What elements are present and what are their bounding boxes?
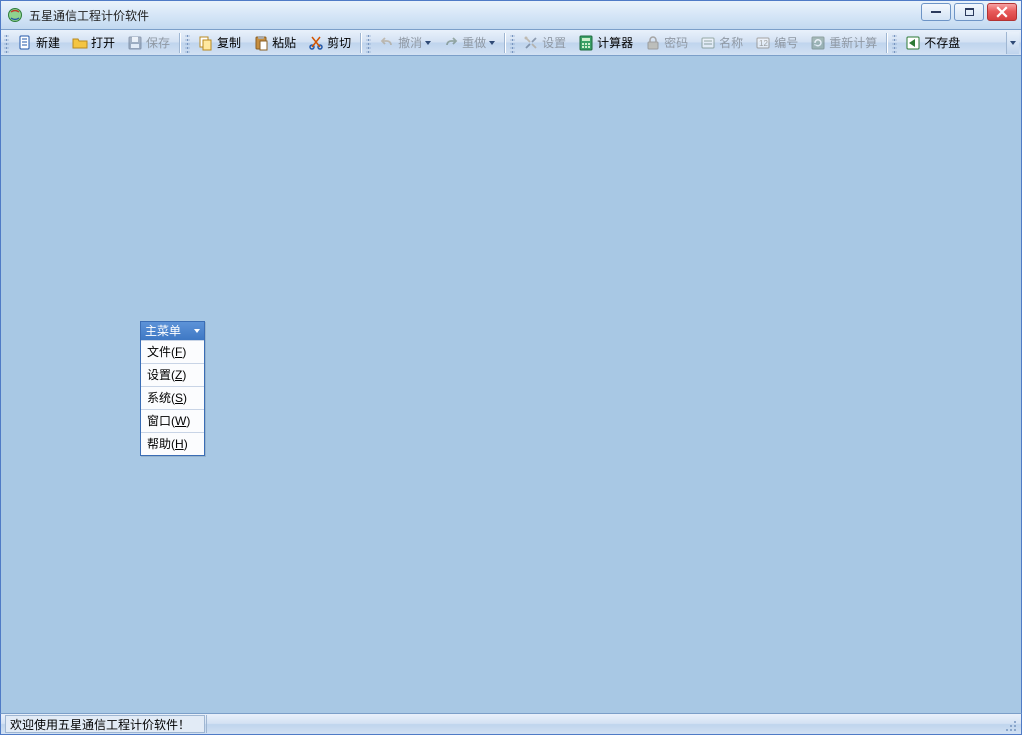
cut-icon (308, 35, 324, 51)
tag-icon (700, 35, 716, 51)
toolbar-grip[interactable] (4, 33, 9, 53)
copy-button[interactable]: 复制 (192, 31, 247, 55)
window-controls (921, 3, 1017, 21)
undo-label: 撤消 (398, 34, 422, 51)
lock-icon (645, 35, 661, 51)
undo-icon (379, 35, 395, 51)
cut-button[interactable]: 剪切 (302, 31, 357, 55)
chevron-down-icon (425, 41, 431, 45)
nosave-icon (905, 35, 921, 51)
status-blank-panel (208, 715, 918, 733)
calculator-button[interactable]: 计算器 (572, 31, 639, 55)
titlebar: 五星通信工程计价软件 (0, 0, 1022, 29)
toolbar-separator (360, 33, 362, 53)
menu-item-file[interactable]: 文件(F) (141, 340, 204, 363)
undo-button[interactable]: 撤消 (373, 31, 437, 55)
copy-label: 复制 (217, 34, 241, 51)
paste-icon (253, 35, 269, 51)
toolbar-separator (504, 33, 506, 53)
main-menu-header[interactable]: 主菜单 (141, 322, 204, 340)
number-button[interactable]: 12 编号 (749, 31, 804, 55)
recalc-button[interactable]: 重新计算 (804, 31, 883, 55)
chevron-down-icon (194, 329, 200, 333)
save-icon (127, 35, 143, 51)
file-new-icon (17, 35, 33, 51)
calculator-label: 计算器 (597, 34, 633, 51)
settings-icon (523, 35, 539, 51)
toolbar-grip[interactable] (510, 33, 515, 53)
save-label: 保存 (146, 34, 170, 51)
calculator-icon (578, 35, 594, 51)
number-icon: 12 (755, 35, 771, 51)
new-label: 新建 (36, 34, 60, 51)
name-label: 名称 (719, 34, 743, 51)
workspace: 主菜单 文件(F) 设置(Z) 系统(S) 窗口(W) 帮助(H) (0, 56, 1022, 713)
minimize-button[interactable] (921, 3, 951, 21)
open-button[interactable]: 打开 (66, 31, 121, 55)
status-separator (206, 715, 207, 733)
menu-item-window[interactable]: 窗口(W) (141, 409, 204, 432)
password-label: 密码 (664, 34, 688, 51)
name-button[interactable]: 名称 (694, 31, 749, 55)
folder-open-icon (72, 35, 88, 51)
password-button[interactable]: 密码 (639, 31, 694, 55)
toolbar-overflow-button[interactable] (1006, 32, 1019, 54)
main-menu-popup: 主菜单 文件(F) 设置(Z) 系统(S) 窗口(W) 帮助(H) (140, 321, 205, 456)
maximize-button[interactable] (954, 3, 984, 21)
menu-item-settings[interactable]: 设置(Z) (141, 363, 204, 386)
paste-label: 粘贴 (272, 34, 296, 51)
status-message: 欢迎使用五星通信工程计价软件！ (5, 715, 205, 733)
resize-grip[interactable] (1001, 716, 1017, 732)
svg-text:12: 12 (759, 39, 768, 48)
cut-label: 剪切 (327, 34, 351, 51)
chevron-down-icon (489, 41, 495, 45)
toolbar-grip[interactable] (892, 33, 897, 53)
settings-label: 设置 (542, 34, 566, 51)
new-button[interactable]: 新建 (11, 31, 66, 55)
redo-icon (443, 35, 459, 51)
save-button[interactable]: 保存 (121, 31, 176, 55)
redo-button[interactable]: 重做 (437, 31, 501, 55)
recalc-label: 重新计算 (829, 34, 877, 51)
number-label: 编号 (774, 34, 798, 51)
window-title: 五星通信工程计价软件 (29, 7, 149, 24)
toolbar-separator (179, 33, 181, 53)
toolbar-grip[interactable] (185, 33, 190, 53)
toolbar-separator (886, 33, 888, 53)
settings-button[interactable]: 设置 (517, 31, 572, 55)
toolbar-grip[interactable] (366, 33, 371, 53)
menu-item-help[interactable]: 帮助(H) (141, 432, 204, 455)
open-label: 打开 (91, 34, 115, 51)
nosave-button[interactable]: 不存盘 (899, 31, 966, 55)
close-button[interactable] (987, 3, 1017, 21)
copy-icon (198, 35, 214, 51)
paste-button[interactable]: 粘贴 (247, 31, 302, 55)
redo-label: 重做 (462, 34, 486, 51)
menu-item-system[interactable]: 系统(S) (141, 386, 204, 409)
statusbar: 欢迎使用五星通信工程计价软件！ (0, 713, 1022, 735)
main-menu-title: 主菜单 (145, 322, 181, 340)
recalc-icon (810, 35, 826, 51)
app-icon (7, 7, 23, 23)
toolbar: 新建 打开 保存 复制 粘贴 剪切 撤消 重做 设置 (1, 29, 1021, 56)
nosave-label: 不存盘 (924, 34, 960, 51)
